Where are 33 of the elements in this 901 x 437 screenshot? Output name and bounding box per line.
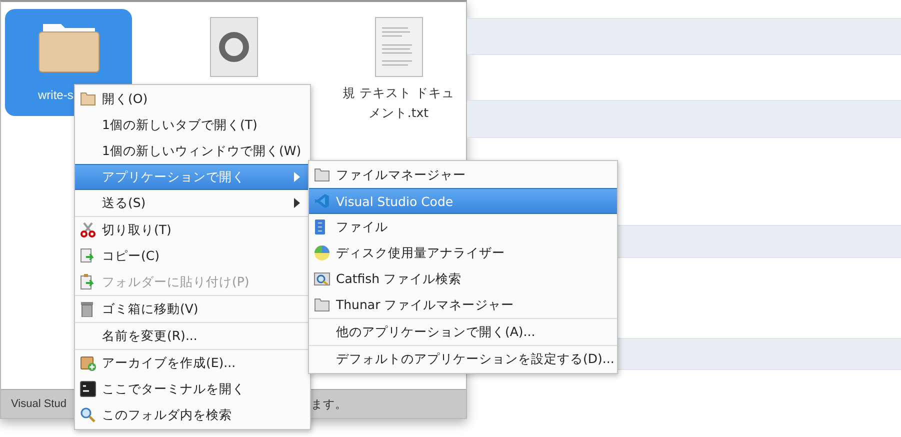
file-name: write-s xyxy=(37,87,74,104)
folder-icon xyxy=(314,168,330,182)
menu-item[interactable]: Catfish ファイル検索 xyxy=(309,266,617,292)
menu-item[interactable]: このフォルダ内を検索 xyxy=(75,402,310,428)
code-editor-icon xyxy=(314,193,330,209)
status-text: ます。 xyxy=(311,396,347,412)
copy-icon xyxy=(80,248,96,264)
submenu-arrow-icon xyxy=(294,172,300,182)
menu-item[interactable]: 他のアプリケーションで開く(A)... xyxy=(309,318,617,345)
menu-item[interactable]: Thunar ファイルマネージャー xyxy=(309,292,617,318)
folder-icon xyxy=(314,298,330,312)
file-icon xyxy=(314,219,326,235)
search-icon xyxy=(314,271,330,287)
menu-item[interactable]: コピー(C) xyxy=(75,243,310,269)
pie-chart-icon xyxy=(314,245,330,261)
paste-icon xyxy=(80,274,96,290)
menu-item[interactable]: 送る(S) xyxy=(75,190,310,216)
menu-item[interactable]: ここでターミナルを開く xyxy=(75,376,310,402)
menu-item[interactable]: ファイル xyxy=(309,214,617,240)
scissors-icon xyxy=(80,222,96,238)
menu-item[interactable]: ファイルマネージャー xyxy=(309,162,617,188)
search-icon xyxy=(80,407,96,423)
document-icon xyxy=(374,17,422,77)
menu-item[interactable]: ディスク使用量アナライザー xyxy=(309,240,617,266)
terminal-icon xyxy=(80,381,96,397)
menu-item[interactable]: デフォルトのアプリケーションを設定する(D)... xyxy=(309,345,617,372)
submenu-arrow-icon xyxy=(294,198,300,208)
folder-icon xyxy=(80,92,96,106)
file-icon xyxy=(210,17,258,77)
archive-icon xyxy=(80,355,96,371)
menu-item[interactable]: 1個の新しいウィンドウで開く(W) xyxy=(75,138,310,164)
status-text: Visual Stud xyxy=(11,398,66,410)
trash-icon xyxy=(80,301,94,317)
